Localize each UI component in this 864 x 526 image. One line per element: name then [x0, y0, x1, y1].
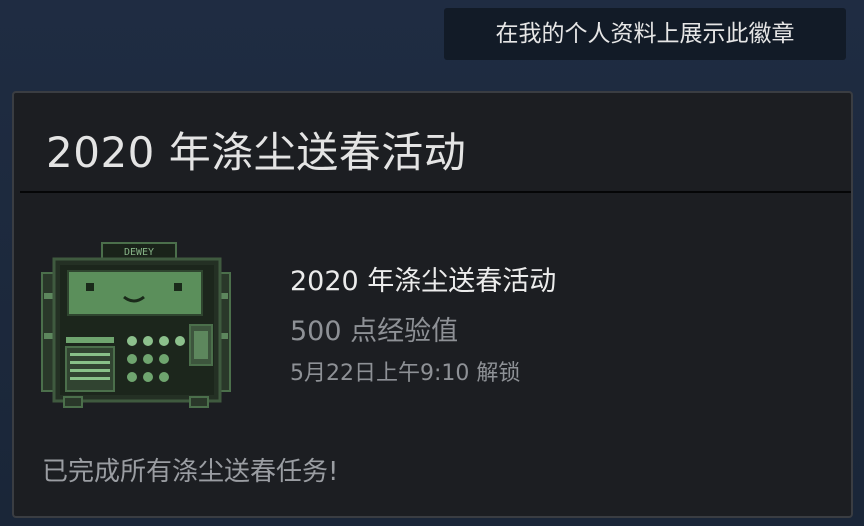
badge-xp: 500 点经验值: [290, 316, 459, 347]
badge-unlock-time: 5月22日上午9:10 解锁: [290, 361, 521, 386]
badge-description: 已完成所有涤尘送春任务!: [42, 457, 339, 487]
badge-image-label: DEWEY: [124, 247, 154, 258]
card-divider: [20, 191, 851, 193]
badge-card: 2020 年涤尘送春活动 DEWEY 2020 年涤尘送春活动 500 点经验值…: [12, 91, 853, 518]
show-badge-on-profile-button[interactable]: 在我的个人资料上展示此徽章: [444, 8, 846, 60]
badge-name: 2020 年涤尘送春活动: [290, 266, 557, 297]
dewey-robot-badge-icon: DEWEY: [41, 242, 231, 408]
card-title: 2020 年涤尘送春活动: [46, 128, 467, 177]
